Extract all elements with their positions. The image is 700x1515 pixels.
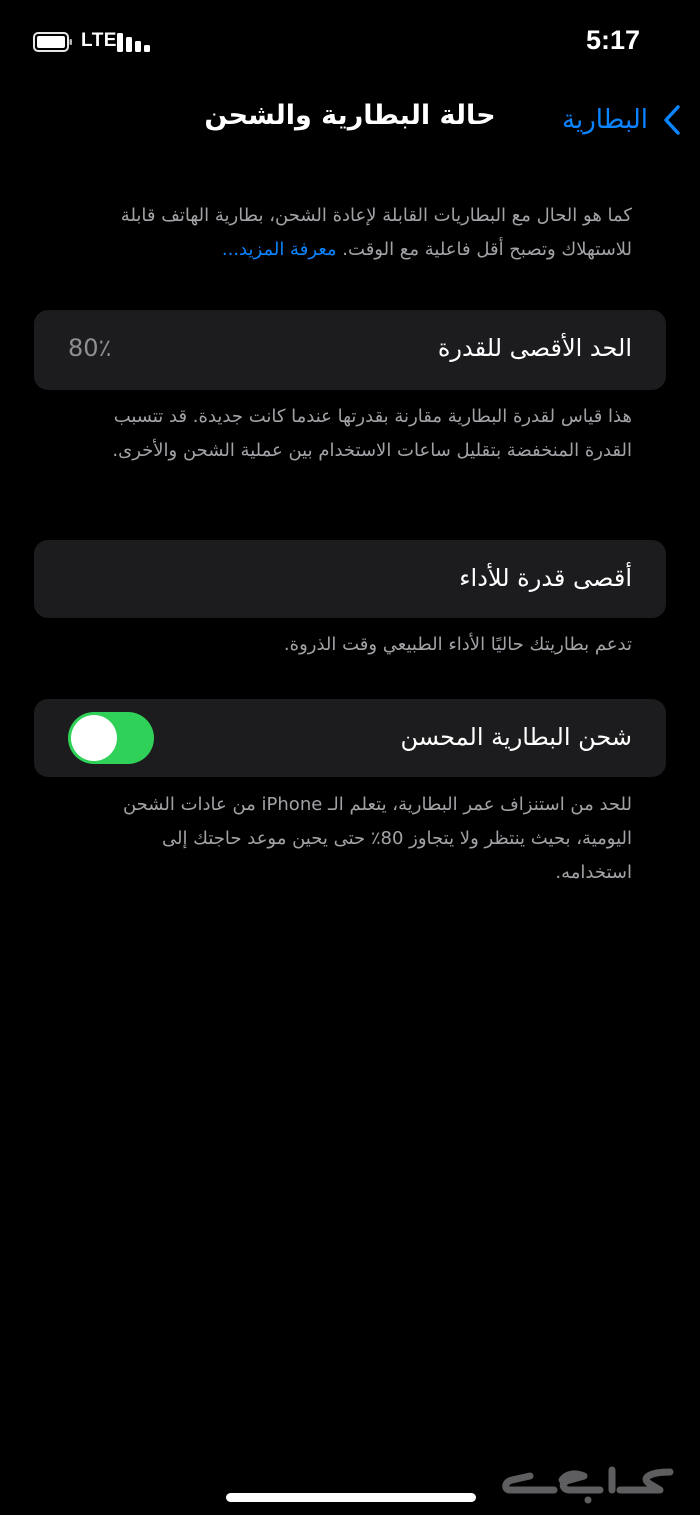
status-time: 5:17 bbox=[585, 25, 640, 55]
peak-performance-label: أقصى قدرة للأداء bbox=[459, 564, 632, 592]
home-indicator[interactable] bbox=[226, 1493, 476, 1502]
optimized-charging-description: للحد من استنزاف عمر البطارية، يتعلم الـ … bbox=[122, 794, 632, 883]
back-button[interactable]: البطارية bbox=[562, 100, 682, 140]
status-bar: LTE 5:17 bbox=[0, 0, 700, 80]
max-capacity-row: الحد الأقصى للقدرة 80٪ bbox=[34, 310, 666, 390]
battery-icon bbox=[33, 32, 72, 52]
haraj-watermark-logo bbox=[502, 1466, 674, 1504]
peak-performance-row: أقصى قدرة للأداء bbox=[34, 540, 666, 618]
optimized-charging-row: شحن البطارية المحسن bbox=[34, 699, 666, 777]
intro-description: كما هو الحال مع البطاريات القابلة لإعادة… bbox=[80, 199, 632, 267]
page-title: حالة البطارية والشحن bbox=[204, 100, 496, 131]
peak-performance-description: تدعم بطاريتك حاليًا الأداء الطبيعي وقت ا… bbox=[283, 634, 632, 655]
navigation-bar: البطارية حالة البطارية والشحن bbox=[0, 90, 700, 150]
optimized-charging-label: شحن البطارية المحسن bbox=[400, 723, 632, 751]
back-button-label: البطارية bbox=[562, 105, 648, 135]
chevron-left-icon bbox=[664, 105, 680, 135]
optimized-charging-toggle[interactable] bbox=[68, 712, 154, 764]
max-capacity-description: هذا قياس لقدرة البطارية مقارنة بقدرتها ع… bbox=[112, 406, 632, 461]
learn-more-link[interactable]: معرفة المزيد... bbox=[222, 239, 337, 260]
network-type-label: LTE bbox=[81, 30, 117, 51]
toggle-knob bbox=[71, 715, 117, 761]
cellular-signal-icon bbox=[117, 33, 150, 52]
intro-text: كما هو الحال مع البطاريات القابلة لإعادة… bbox=[120, 205, 632, 260]
max-capacity-label: الحد الأقصى للقدرة bbox=[437, 334, 632, 362]
max-capacity-value: 80٪ bbox=[68, 334, 112, 362]
